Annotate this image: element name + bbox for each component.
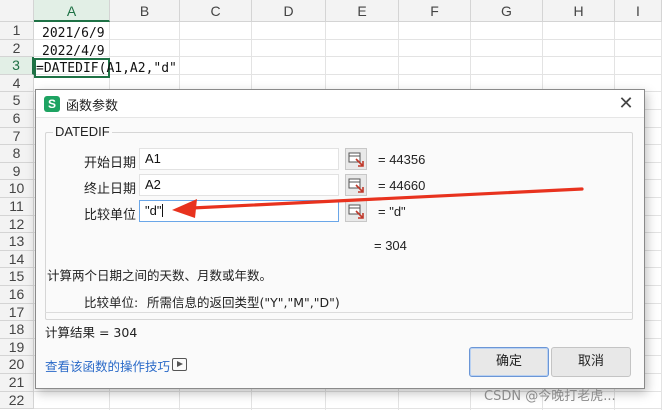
row-header-11[interactable]: 11 — [0, 198, 34, 216]
row-header-4[interactable]: 4 — [0, 74, 34, 93]
column-header-d[interactable]: D — [252, 0, 326, 22]
row-header-18[interactable]: 18 — [0, 321, 34, 339]
grid-line — [34, 56, 662, 58]
column-header-e[interactable]: E — [326, 0, 399, 22]
calculation-result: 计算结果 = 304 — [45, 325, 138, 340]
row-header-3[interactable]: 3 — [0, 57, 34, 75]
select-all-corner[interactable] — [0, 0, 34, 22]
grid-line — [34, 38, 662, 40]
row-header-6[interactable]: 6 — [0, 110, 34, 128]
cell-a2[interactable]: 2022/4/9 — [42, 44, 105, 59]
grid-line — [34, 408, 662, 410]
row-header-22[interactable]: 22 — [0, 391, 34, 410]
arg-label-unit: 比较单位 — [84, 208, 137, 223]
column-header-b[interactable]: B — [110, 0, 180, 22]
row-header-16[interactable]: 16 — [0, 286, 34, 304]
video-play-icon[interactable] — [172, 358, 187, 371]
function-description: 计算两个日期之间的天数、月数或年数。 — [47, 268, 273, 283]
row-header-12[interactable]: 12 — [0, 215, 34, 234]
column-header-i[interactable]: I — [615, 0, 662, 22]
range-select-icon[interactable] — [345, 174, 367, 196]
row-header-5[interactable]: 5 — [0, 92, 34, 110]
column-header-c[interactable]: C — [180, 0, 252, 22]
dialog-title: 函数参数 — [66, 99, 119, 114]
arg-result-start-date: = 44356 — [378, 152, 426, 167]
arg-description-label: 比较单位: — [84, 295, 139, 310]
row-header-1[interactable]: 1 — [0, 22, 34, 40]
arg-input-start-date[interactable]: A1 — [139, 148, 339, 170]
cell-a1[interactable]: 2021/6/9 — [42, 26, 105, 41]
column-header-f[interactable]: F — [399, 0, 471, 22]
arg-description-text: 所需信息的返回类型("Y","M","D") — [147, 295, 340, 310]
arg-input-end-date[interactable]: A2 — [139, 174, 339, 196]
row-header-19[interactable]: 19 — [0, 338, 34, 357]
row-header-21[interactable]: 21 — [0, 374, 34, 392]
row-header-14[interactable]: 14 — [0, 250, 34, 269]
range-select-icon[interactable] — [345, 200, 367, 222]
cancel-button[interactable]: 取消 — [551, 347, 631, 377]
separator — [45, 312, 633, 313]
column-header-a[interactable]: A — [34, 0, 110, 22]
row-header-8[interactable]: 8 — [0, 145, 34, 163]
range-select-icon[interactable] — [345, 148, 367, 170]
arg-input-unit-text: "d" — [145, 203, 162, 218]
row-header-7[interactable]: 7 — [0, 127, 34, 146]
row-header-17[interactable]: 17 — [0, 303, 34, 322]
row-header-20[interactable]: 20 — [0, 356, 34, 374]
close-icon[interactable]: ✕ — [616, 94, 636, 114]
arg-label-start-date: 开始日期 — [84, 156, 137, 171]
dialog-titlebar[interactable]: S 函数参数 ✕ — [36, 90, 644, 118]
column-header-g[interactable]: G — [471, 0, 543, 22]
row-header-2[interactable]: 2 — [0, 39, 34, 58]
arg-label-end-date: 终止日期 — [84, 182, 137, 197]
column-header-h[interactable]: H — [543, 0, 615, 22]
row-header-10[interactable]: 10 — [0, 180, 34, 198]
arg-input-unit[interactable]: "d" — [139, 200, 339, 222]
function-arguments-dialog: S 函数参数 ✕ DATEDIF 开始日期 A1 = 44356 终止日期 A2… — [35, 89, 645, 389]
function-name: DATEDIF — [53, 124, 112, 139]
text-caret — [162, 204, 164, 217]
formula-result: = 304 — [374, 238, 407, 253]
row-header-15[interactable]: 15 — [0, 268, 34, 286]
arg-result-unit: = "d" — [378, 204, 406, 219]
arg-result-end-date: = 44660 — [378, 178, 426, 193]
function-help-link[interactable]: 查看该函数的操作技巧 — [45, 356, 170, 375]
ok-button[interactable]: 确定 — [469, 347, 549, 377]
row-header-13[interactable]: 13 — [0, 233, 34, 251]
cell-a3-formula[interactable]: =DATEDIF(A1,A2,"d" — [36, 61, 177, 76]
watermark: CSDN @今晚打老虎... — [484, 389, 616, 404]
row-header-9[interactable]: 9 — [0, 162, 34, 181]
wps-app-icon: S — [44, 96, 60, 112]
